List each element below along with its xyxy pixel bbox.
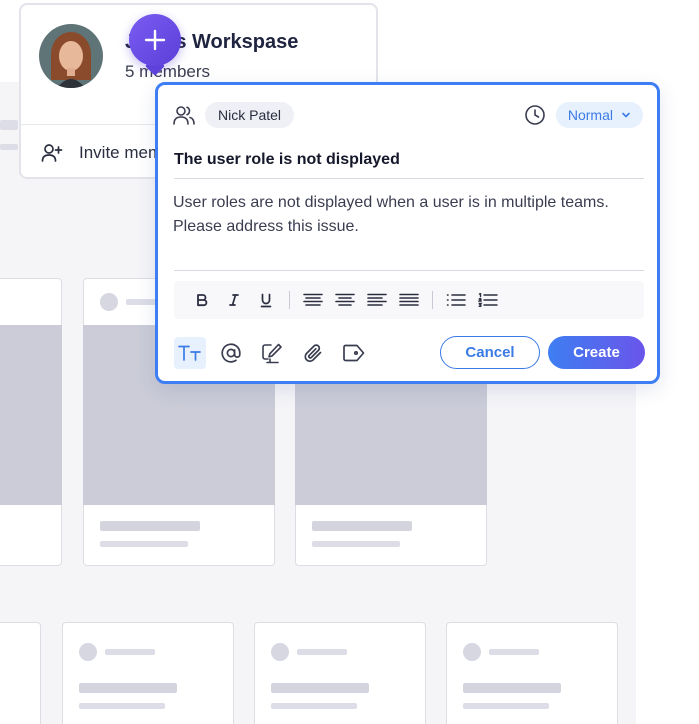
numbered-list-icon	[478, 293, 498, 307]
skeleton-card	[0, 622, 41, 724]
skeleton-bar	[0, 144, 18, 150]
skeleton-card	[446, 622, 618, 724]
align-center-icon	[335, 293, 355, 306]
plus-icon	[144, 29, 166, 51]
priority-dropdown[interactable]: Normal	[555, 102, 643, 128]
workspace-members-count: 5 members	[125, 62, 211, 81]
bold-icon	[197, 294, 208, 307]
priority-value: Normal	[567, 107, 613, 123]
italic-icon	[229, 294, 239, 306]
align-right-icon	[367, 293, 387, 306]
format-toolbar	[174, 281, 644, 319]
assignee-chip[interactable]: Nick Patel	[205, 102, 295, 128]
attachment-icon	[304, 344, 322, 363]
tag-button[interactable]	[338, 337, 370, 369]
align-left-icon	[303, 293, 323, 306]
divider	[174, 270, 644, 271]
bullet-list-button[interactable]	[440, 287, 472, 313]
underline-icon	[260, 293, 272, 307]
task-title-input[interactable]: The user role is not displayed	[174, 147, 644, 179]
edit-note-icon	[262, 343, 282, 364]
chevron-down-icon	[622, 112, 630, 118]
edit-note-button[interactable]	[256, 337, 288, 369]
align-center-button[interactable]	[329, 287, 361, 313]
priority-area: Normal	[524, 102, 643, 128]
toolbar-separator	[289, 291, 290, 309]
skeleton-bar	[0, 120, 18, 130]
avatar	[39, 24, 103, 88]
underline-button[interactable]	[250, 287, 282, 313]
text-format-button[interactable]	[174, 337, 206, 369]
toolbar-separator	[432, 291, 433, 309]
align-justify-button[interactable]	[393, 287, 425, 313]
attachment-button[interactable]	[297, 337, 329, 369]
align-justify-icon	[399, 293, 419, 306]
users-icon	[173, 106, 195, 125]
create-button[interactable]: Create	[548, 336, 645, 369]
mention-button[interactable]	[215, 337, 247, 369]
task-description-input[interactable]: User roles are not displayed when a user…	[173, 191, 643, 239]
assignee-selector[interactable]: Nick Patel	[172, 102, 295, 128]
bullet-list-icon	[446, 294, 466, 306]
bold-button[interactable]	[186, 287, 218, 313]
skeleton-card	[62, 622, 234, 724]
mention-icon	[221, 343, 241, 363]
create-task-dialog: Nick Patel Normal The user role is not d…	[155, 82, 660, 384]
composer-actions	[174, 337, 370, 369]
numbered-list-button[interactable]	[472, 287, 504, 313]
cancel-button[interactable]: Cancel	[440, 336, 540, 369]
align-left-button[interactable]	[297, 287, 329, 313]
align-right-button[interactable]	[361, 287, 393, 313]
add-user-icon	[41, 144, 63, 162]
add-task-button[interactable]	[129, 14, 181, 66]
clock-icon[interactable]	[524, 104, 546, 126]
skeleton-card	[0, 278, 62, 566]
italic-button[interactable]	[218, 287, 250, 313]
text-format-icon	[178, 345, 201, 361]
skeleton-card	[254, 622, 426, 724]
tag-icon	[343, 344, 365, 362]
